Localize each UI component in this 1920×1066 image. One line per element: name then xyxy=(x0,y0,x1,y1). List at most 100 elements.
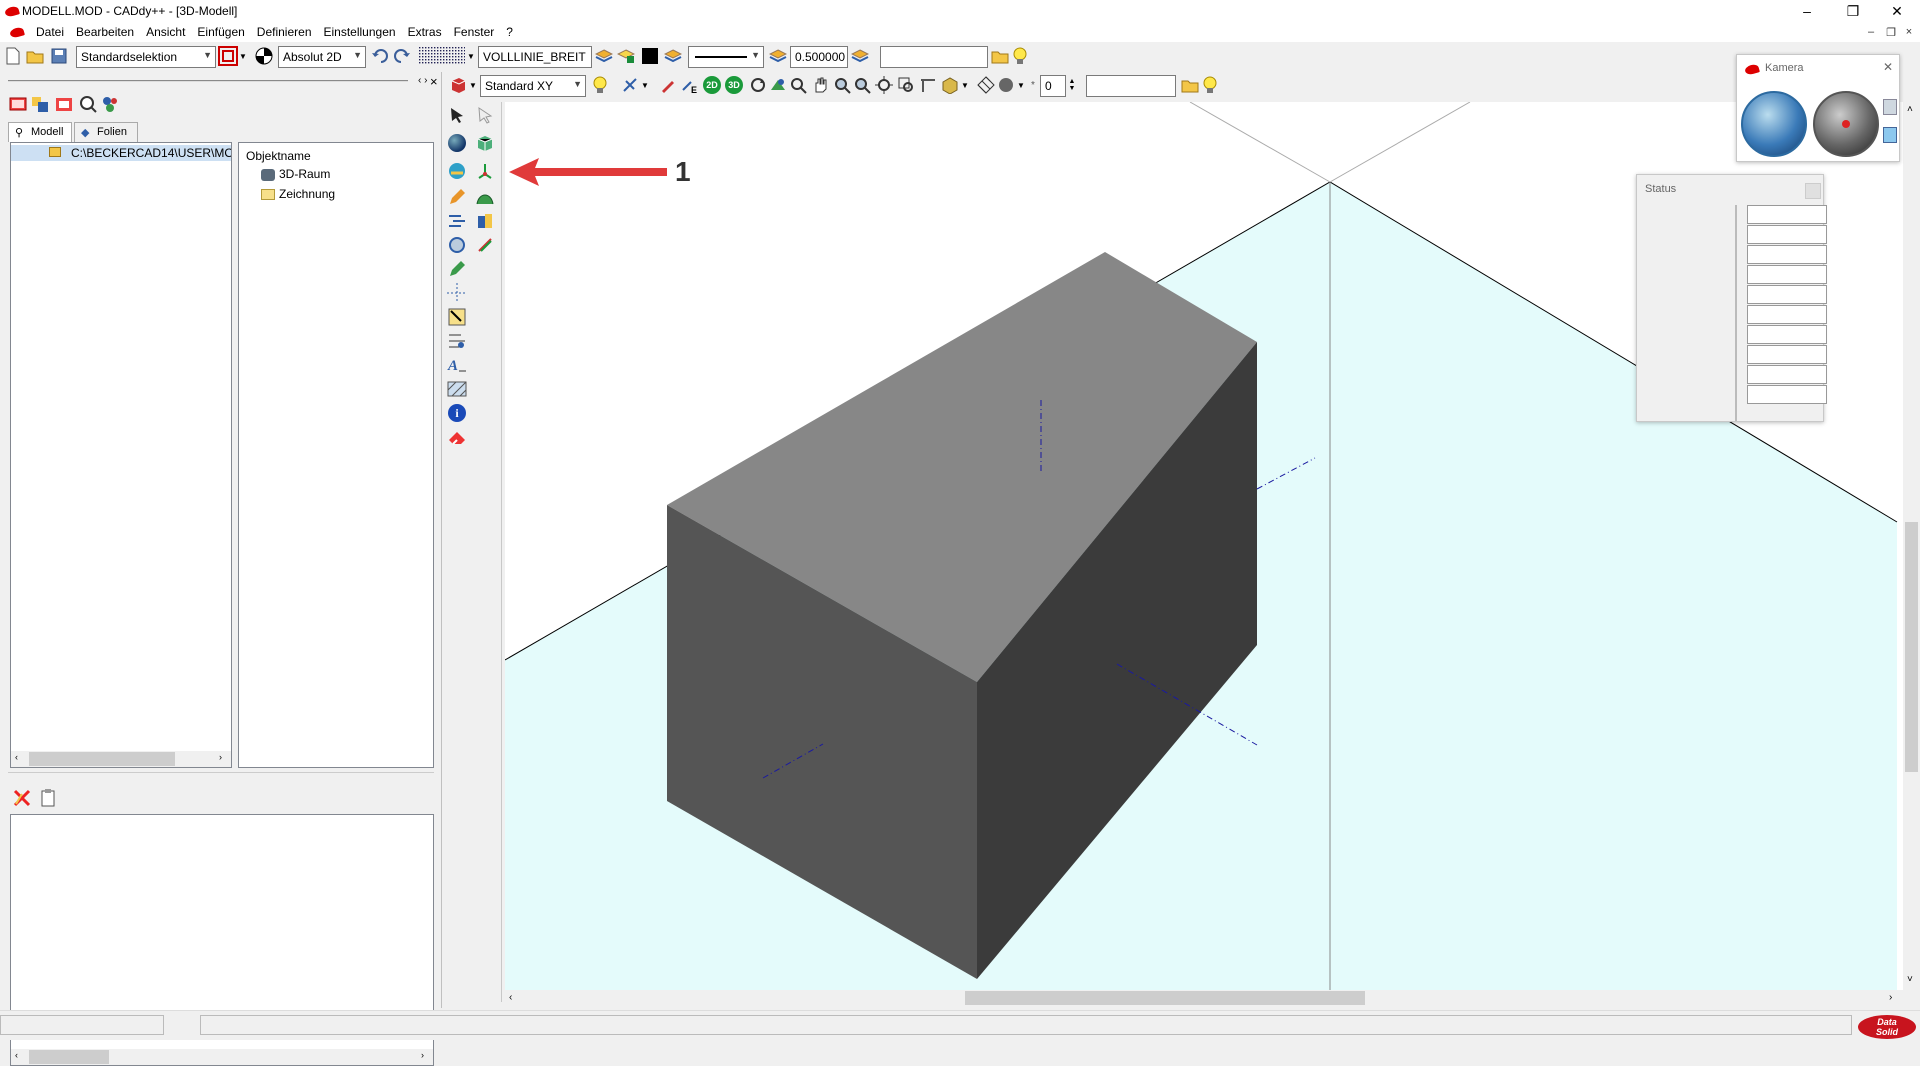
chevron-up-icon[interactable]: ▲ xyxy=(1069,78,1076,85)
pick-arrow-icon[interactable] xyxy=(474,104,496,126)
chevron-down-icon[interactable]: ▼ xyxy=(466,46,476,66)
panel-close-icon[interactable]: × xyxy=(430,74,438,89)
folder-layers-icon[interactable] xyxy=(990,46,1010,66)
chevron-right-icon[interactable]: › xyxy=(219,752,222,762)
close-button[interactable]: ✕ xyxy=(1874,0,1920,22)
menu-einfuegen[interactable]: Einfügen xyxy=(191,25,250,39)
restore-button[interactable]: ❐ xyxy=(1830,0,1876,22)
coordinate-mode-select[interactable]: Absolut 2D ▼ xyxy=(278,46,366,68)
sweep-icon[interactable] xyxy=(474,234,496,256)
layer-list-icon[interactable] xyxy=(30,94,50,114)
object-zeichnung[interactable]: Zeichnung xyxy=(279,187,335,201)
line-type-field[interactable]: VOLLLINIE_BREIT xyxy=(478,46,592,68)
minimize-button[interactable]: – xyxy=(1784,0,1830,22)
pin-icon[interactable]: ‹ › xyxy=(418,75,427,86)
mdi-minimize-button[interactable]: – xyxy=(1862,26,1880,40)
spin-field[interactable]: 0 xyxy=(1040,75,1066,97)
snap-points-icon[interactable] xyxy=(446,306,468,328)
chevron-right-icon[interactable]: › xyxy=(1889,992,1892,1003)
new-file-icon[interactable] xyxy=(3,46,23,66)
menu-extras[interactable]: Extras xyxy=(402,25,448,39)
line-width-field[interactable]: 0.500000 xyxy=(790,46,848,68)
viewport-vscrollbar[interactable]: ˄ ˅ xyxy=(1903,102,1920,990)
viewport-hscroll-thumb[interactable] xyxy=(965,991,1365,1005)
lightbulb-icon[interactable] xyxy=(590,75,610,95)
properties-scrollbar[interactable]: ‹ › xyxy=(11,1049,433,1065)
mdi-doc-icon[interactable] xyxy=(9,25,25,39)
tree-scrollbar[interactable]: ‹ › xyxy=(11,751,231,767)
pen-icon[interactable] xyxy=(658,75,678,95)
view-cube-small-icon[interactable] xyxy=(1883,99,1897,115)
layers-icon[interactable] xyxy=(594,46,614,66)
chevron-down-icon[interactable]: ▼ xyxy=(960,75,970,95)
model-tree[interactable]: C:\BECKERCAD14\USER\MODELL.MOD ‹ › xyxy=(10,142,232,768)
object-3d-raum[interactable]: 3D-Raum xyxy=(279,167,330,181)
grid-toggle-icon[interactable] xyxy=(418,46,466,66)
view-2d-button[interactable]: 2D xyxy=(702,75,722,95)
construct-icon[interactable] xyxy=(446,160,468,182)
model-list-icon[interactable] xyxy=(8,94,28,114)
modify-pencil-icon[interactable] xyxy=(446,258,468,280)
mdi-restore-button[interactable]: ❐ xyxy=(1882,26,1900,40)
view-3d-button[interactable]: 3D xyxy=(724,75,744,95)
camera-globe-icon[interactable] xyxy=(1813,91,1879,157)
view-cube-icon[interactable] xyxy=(448,75,468,95)
info-icon[interactable]: i xyxy=(446,402,468,424)
query-icon[interactable] xyxy=(78,94,98,114)
pencil-icon[interactable] xyxy=(446,186,468,208)
pan-hand-icon[interactable] xyxy=(810,75,830,95)
rotate-icon[interactable] xyxy=(446,234,468,256)
open-folder-icon[interactable] xyxy=(25,46,45,66)
status-close-button[interactable] xyxy=(1805,183,1821,199)
transform-icon[interactable] xyxy=(446,210,468,232)
chevron-up-icon[interactable]: ˄ xyxy=(1907,104,1913,115)
hatch-icon[interactable] xyxy=(446,378,468,400)
menu-help[interactable]: ? xyxy=(500,25,519,39)
lightbulb-icon[interactable] xyxy=(1200,75,1220,95)
tree-scroll-thumb[interactable] xyxy=(29,752,175,766)
mdi-close-button[interactable]: × xyxy=(1900,26,1918,40)
menu-bearbeiten[interactable]: Bearbeiten xyxy=(70,25,140,39)
crosshair-icon[interactable] xyxy=(446,282,468,304)
zoom-in-icon[interactable] xyxy=(832,75,852,95)
object-properties-icon[interactable] xyxy=(100,94,120,114)
panel-splitter[interactable] xyxy=(8,772,434,773)
eraser-icon[interactable] xyxy=(446,426,468,448)
edit-e-icon[interactable]: E xyxy=(680,75,700,95)
point-style-icon[interactable] xyxy=(996,75,1016,95)
coord-origin-icon[interactable] xyxy=(254,46,274,66)
menu-ansicht[interactable]: Ansicht xyxy=(140,25,191,39)
layers-icon[interactable] xyxy=(663,46,683,66)
layer-field[interactable] xyxy=(880,46,988,68)
zoom-previous-icon[interactable] xyxy=(896,75,916,95)
viewport-vscroll-thumb[interactable] xyxy=(1905,522,1918,772)
text-icon[interactable]: A xyxy=(446,354,468,376)
measure-icon[interactable] xyxy=(918,75,938,95)
coordinate-system-icon[interactable] xyxy=(474,160,496,182)
chevron-down-icon[interactable]: ˅ xyxy=(1907,974,1913,985)
select-arrow-icon[interactable] xyxy=(446,104,468,126)
layers-icon[interactable] xyxy=(768,46,788,66)
tree-row-selected[interactable]: C:\BECKERCAD14\USER\MODELL.MOD xyxy=(11,145,231,161)
hatch-pattern-icon[interactable] xyxy=(976,75,996,95)
delete-icon[interactable] xyxy=(12,788,32,808)
color-swatch[interactable] xyxy=(640,46,660,66)
selection-filter-icon[interactable] xyxy=(218,46,238,66)
chevron-down-icon[interactable]: ▼ xyxy=(468,75,478,95)
chevron-down-icon[interactable]: ▼ xyxy=(1069,85,1076,92)
snap-icon[interactable] xyxy=(620,75,640,95)
undo-icon[interactable] xyxy=(370,46,390,66)
rotate-view-icon[interactable] xyxy=(748,75,768,95)
surface-icon[interactable] xyxy=(474,186,496,208)
sphere-icon[interactable] xyxy=(446,132,468,154)
chevron-right-icon[interactable]: › xyxy=(421,1050,424,1060)
orbit-globe-icon[interactable] xyxy=(1741,91,1807,157)
zoom-window-icon[interactable] xyxy=(788,75,808,95)
menu-fenster[interactable]: Fenster xyxy=(448,25,501,39)
chevron-left-icon[interactable]: ‹ xyxy=(509,992,512,1003)
tab-modell[interactable]: ⚲ Modell xyxy=(8,122,72,142)
chevron-down-icon[interactable]: ▼ xyxy=(1016,75,1026,95)
view-cube-blue-icon[interactable] xyxy=(1883,127,1897,143)
layers-icon[interactable] xyxy=(850,46,870,66)
properties-scroll-thumb[interactable] xyxy=(29,1050,109,1064)
